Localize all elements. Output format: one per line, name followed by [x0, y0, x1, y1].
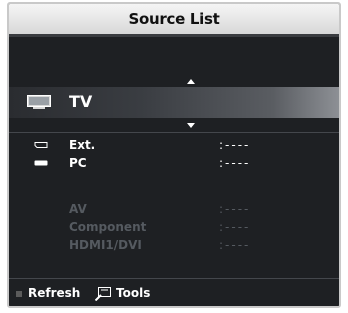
- scroll-down-arrow-icon[interactable]: [187, 123, 195, 128]
- source-item-status: :----: [219, 156, 251, 170]
- refresh-button[interactable]: Refresh: [28, 286, 80, 300]
- source-item-hdmi1-dvi: HDMI1/DVI :----: [9, 237, 339, 255]
- scroll-up-arrow-icon[interactable]: [187, 79, 195, 84]
- source-item-av: AV :----: [9, 201, 339, 219]
- dialog-title: Source List: [9, 4, 339, 35]
- source-item-component: Component :----: [9, 219, 339, 237]
- source-item-status: :----: [219, 202, 251, 216]
- pc-icon: [34, 160, 48, 166]
- source-item-label: TV: [69, 92, 93, 111]
- tv-icon: [27, 95, 51, 109]
- color-key-icon: [16, 291, 22, 297]
- title-underline: [9, 34, 339, 37]
- footer-bar: Refresh Tools: [9, 278, 339, 306]
- source-item-label: Component: [69, 220, 147, 234]
- source-item-label: PC: [69, 156, 87, 170]
- source-item-ext[interactable]: Ext. :----: [9, 137, 339, 155]
- source-item-status: :----: [219, 220, 251, 234]
- source-item-label: AV: [69, 202, 87, 216]
- source-item-label: HDMI1/DVI: [69, 238, 142, 252]
- divider: [9, 132, 339, 133]
- source-item-label: Ext.: [69, 138, 96, 152]
- tools-icon: [95, 287, 111, 301]
- source-item-status: :----: [219, 138, 251, 152]
- scart-icon: [34, 142, 48, 148]
- source-list-dialog: Source List TV Ext. :---- PC :---- AV :-…: [7, 2, 341, 308]
- source-item-tv[interactable]: TV: [9, 87, 339, 118]
- source-item-status: :----: [219, 238, 251, 252]
- source-item-pc[interactable]: PC :----: [9, 155, 339, 173]
- tools-button[interactable]: Tools: [116, 286, 150, 300]
